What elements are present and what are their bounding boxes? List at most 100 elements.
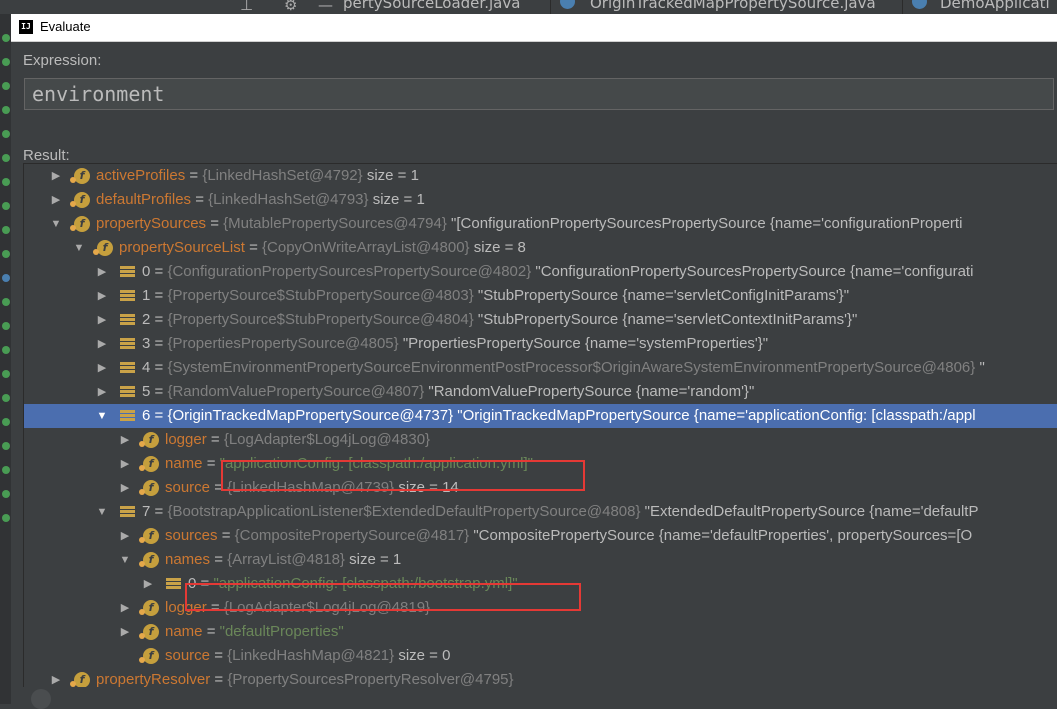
object-ref: {PropertySource$StubPropertySource@4803} bbox=[167, 287, 474, 304]
scroll-thumb[interactable] bbox=[31, 689, 51, 709]
tree-row-property-sources[interactable]: ▼ f propertySources = {MutablePropertySo… bbox=[24, 212, 1057, 236]
equals: = bbox=[210, 671, 228, 688]
value-summary: "ExtendedDefaultPropertySource {name='de… bbox=[640, 503, 979, 520]
tree-row-element-1[interactable]: ▶ 1 = {PropertySource$StubPropertySource… bbox=[24, 284, 1057, 308]
collapse-arrow-icon[interactable]: ▼ bbox=[50, 212, 62, 236]
gutter-marker-icon bbox=[2, 322, 10, 330]
field-icon: f bbox=[139, 480, 159, 496]
equals: = bbox=[202, 455, 220, 472]
tree-row-element-4[interactable]: ▶ 4 = {SystemEnvironmentPropertySourceEn… bbox=[24, 356, 1057, 380]
equals: = bbox=[150, 287, 168, 304]
expand-arrow-icon[interactable]: ▶ bbox=[119, 620, 131, 644]
expand-arrow-icon[interactable]: ▶ bbox=[96, 356, 108, 380]
collapse-arrow-icon[interactable]: ▼ bbox=[96, 404, 108, 428]
expand-arrow-icon[interactable]: ▶ bbox=[119, 476, 131, 500]
expand-arrow-icon[interactable]: ▶ bbox=[119, 428, 131, 452]
object-ref: {MutablePropertySources@4794} bbox=[223, 215, 447, 232]
expand-arrow-icon[interactable]: ▶ bbox=[50, 668, 62, 688]
expand-arrow-icon[interactable]: ▶ bbox=[96, 308, 108, 332]
tree-row-element-0[interactable]: ▶ 0 = {ConfigurationPropertySourcesPrope… bbox=[24, 260, 1057, 284]
field-icon: f bbox=[70, 216, 90, 232]
array-element-icon bbox=[120, 266, 135, 278]
tab-separator bbox=[902, 0, 903, 14]
tree-row-default-profiles[interactable]: ▶ f defaultProfiles = {LinkedHashSet@479… bbox=[24, 188, 1057, 212]
dialog-title: Evaluate bbox=[40, 19, 91, 34]
gutter-marker-icon bbox=[2, 130, 10, 138]
array-element-icon bbox=[120, 338, 135, 350]
tree-row-element-3[interactable]: ▶ 3 = {PropertiesPropertySource@4805} "P… bbox=[24, 332, 1057, 356]
tree-row-source[interactable]: f source = {LinkedHashMap@4821} size = 0 bbox=[24, 644, 1057, 668]
class-icon bbox=[560, 0, 575, 9]
dialog-titlebar[interactable]: IJ Evaluate bbox=[11, 14, 1057, 42]
tab-demo-application[interactable]: DemoApplicati bbox=[940, 0, 1050, 14]
field-icon: f bbox=[139, 600, 159, 616]
tree-row-element-5[interactable]: ▶ 5 = {RandomValuePropertySource@4807} "… bbox=[24, 380, 1057, 404]
tree-row-logger[interactable]: ▶ f logger = {LogAdapter$Log4jLog@4830} bbox=[24, 428, 1057, 452]
expression-input[interactable]: environment bbox=[24, 78, 1054, 110]
equals: = bbox=[206, 431, 224, 448]
gutter-marker-icon bbox=[2, 250, 10, 258]
gutter-marker-icon bbox=[2, 370, 10, 378]
field-icon: f bbox=[139, 552, 159, 568]
value-summary: size = 8 bbox=[469, 239, 526, 256]
field-icon: f bbox=[139, 648, 159, 664]
gutter-marker-icon bbox=[2, 490, 10, 498]
expand-arrow-icon[interactable]: ▶ bbox=[50, 188, 62, 212]
object-ref: {CompositePropertySource@4817} bbox=[234, 527, 470, 544]
collapse-arrow-icon[interactable]: ▼ bbox=[96, 500, 108, 524]
equals: = bbox=[210, 647, 228, 664]
tree-row-name[interactable]: ▶ f name = "defaultProperties" bbox=[24, 620, 1057, 644]
collapse-arrow-icon[interactable]: ▼ bbox=[119, 548, 131, 572]
expand-arrow-icon[interactable]: ▶ bbox=[119, 596, 131, 620]
tree-row-property-resolver[interactable]: ▶ f propertyResolver = {PropertySourcesP… bbox=[24, 668, 1057, 688]
tree-row-element-7[interactable]: ▼ 7 = {BootstrapApplicationListener$Exte… bbox=[24, 500, 1057, 524]
expand-arrow-icon[interactable]: ▶ bbox=[96, 284, 108, 308]
object-ref: {LinkedHashSet@4793} bbox=[208, 191, 369, 208]
result-label: Result: bbox=[23, 147, 70, 164]
array-element-icon bbox=[120, 362, 135, 374]
value-summary: "StubPropertySource {name='servletContex… bbox=[473, 311, 858, 328]
expand-arrow-icon[interactable]: ▶ bbox=[96, 380, 108, 404]
gutter-marker-icon bbox=[2, 466, 10, 474]
dialog-bottom-bar bbox=[11, 687, 1057, 709]
object-ref: {PropertySource$StubPropertySource@4804} bbox=[167, 311, 474, 328]
gutter-marker-icon bbox=[2, 58, 10, 66]
object-ref: {ArrayList@4818} bbox=[227, 551, 345, 568]
equals: = bbox=[150, 263, 168, 280]
field-name: name bbox=[165, 623, 203, 640]
field-name: source bbox=[165, 647, 211, 664]
collapse-arrow-icon[interactable]: ▼ bbox=[73, 236, 85, 260]
equals: = bbox=[150, 359, 168, 376]
expand-arrow-icon[interactable]: ▶ bbox=[119, 524, 131, 548]
object-ref: {RandomValuePropertySource@4807} bbox=[167, 383, 425, 400]
tree-row-element-2[interactable]: ▶ 2 = {PropertySource$StubPropertySource… bbox=[24, 308, 1057, 332]
expand-arrow-icon[interactable]: ▶ bbox=[96, 260, 108, 284]
tab-property-source-loader[interactable]: pertySourceLoader.java bbox=[343, 0, 520, 14]
expand-arrow-icon[interactable]: ▶ bbox=[96, 332, 108, 356]
array-element-icon bbox=[120, 386, 135, 398]
tree-row-property-source-list[interactable]: ▼ f propertySourceList = {CopyOnWriteArr… bbox=[24, 236, 1057, 260]
value-summary: "OriginTrackedMapPropertySource {name='a… bbox=[453, 407, 976, 424]
tree-row-element-6[interactable]: ▼ 6 = {OriginTrackedMapPropertySource@47… bbox=[24, 404, 1057, 428]
field-name: propertySourceList bbox=[119, 239, 245, 256]
value-summary: "CompositePropertySource {name='defaultP… bbox=[469, 527, 973, 544]
equals: = bbox=[150, 311, 168, 328]
gutter-marker-icon bbox=[2, 82, 10, 90]
align-bottom-icon: ⊥ bbox=[240, 0, 254, 14]
object-ref: {ConfigurationPropertySourcesPropertySou… bbox=[167, 263, 532, 280]
object-ref: {LinkedHashSet@4792} bbox=[202, 167, 363, 184]
equals: = bbox=[244, 239, 263, 256]
expand-arrow-icon[interactable]: ▶ bbox=[142, 572, 154, 596]
result-tree[interactable]: ▶ f activeProfiles = {LinkedHashSet@4792… bbox=[23, 163, 1057, 689]
gutter-marker-icon bbox=[2, 418, 10, 426]
field-icon: f bbox=[139, 624, 159, 640]
expand-arrow-icon[interactable]: ▶ bbox=[119, 452, 131, 476]
tree-row-names[interactable]: ▼ f names = {ArrayList@4818} size = 1 bbox=[24, 548, 1057, 572]
value-summary: "PropertiesPropertySource {name='systemP… bbox=[398, 335, 769, 352]
expand-arrow-icon[interactable]: ▶ bbox=[50, 164, 62, 188]
tab-origin-tracked-map-property-source[interactable]: OriginTrackedMapPropertySource.java bbox=[590, 0, 876, 14]
tab-separator bbox=[550, 0, 551, 14]
tree-row-active-profiles[interactable]: ▶ f activeProfiles = {LinkedHashSet@4792… bbox=[24, 164, 1057, 188]
equals: = bbox=[191, 191, 209, 208]
tree-row-sources[interactable]: ▶ f sources = {CompositePropertySource@4… bbox=[24, 524, 1057, 548]
